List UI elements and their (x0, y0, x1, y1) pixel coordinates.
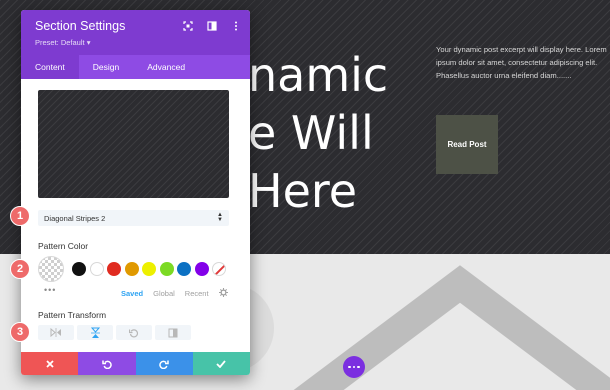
callout-1: 1 (10, 206, 30, 226)
tab-design[interactable]: Design (79, 55, 133, 79)
close-icon[interactable] (21, 352, 79, 375)
gear-icon[interactable] (218, 288, 228, 299)
undo-icon[interactable] (78, 352, 136, 375)
fullscreen-icon[interactable] (182, 20, 194, 32)
more-swatches-icon[interactable]: ••• (44, 286, 56, 295)
swatch-tabs: Saved Global Recent (121, 288, 228, 299)
split-view-icon[interactable] (206, 20, 218, 32)
callout-3: 3 (10, 322, 30, 342)
post-title: namic e Will Here (248, 48, 389, 218)
settings-tabs: Content Design Advanced (21, 55, 250, 79)
more-vertical-icon[interactable] (230, 20, 242, 32)
rotate-icon[interactable] (116, 325, 152, 340)
swatch-tab-recent[interactable]: Recent (185, 289, 209, 298)
check-icon[interactable] (192, 352, 250, 375)
select-arrows-icon: ▲ ▼ (217, 212, 223, 223)
panel-header[interactable]: Section Settings Preset: Default ▾ (21, 10, 250, 55)
pattern-style-value: Diagonal Stripes 2 (44, 213, 106, 223)
swatch-tab-saved[interactable]: Saved (121, 289, 143, 298)
section-settings-panel: Section Settings Preset: Default ▾ Conte… (21, 10, 250, 375)
flip-vertical-icon[interactable] (77, 325, 113, 340)
swatch-white[interactable] (89, 262, 104, 276)
pattern-style-select[interactable]: Diagonal Stripes 2 ▲ ▼ (38, 210, 229, 226)
preset-dropdown[interactable]: Preset: Default ▾ (35, 38, 90, 47)
tab-content[interactable]: Content (21, 55, 79, 79)
flip-horizontal-icon[interactable] (38, 325, 74, 340)
swatch-yellow[interactable] (142, 262, 156, 276)
read-post-button[interactable]: Read Post (436, 115, 498, 174)
callout-2: 2 (10, 259, 30, 279)
pattern-preview (38, 90, 229, 198)
no-color-swatch[interactable] (212, 262, 226, 276)
pattern-color-label: Pattern Color (38, 241, 89, 251)
swatch-red[interactable] (107, 262, 121, 276)
pattern-transform-controls (38, 325, 191, 340)
post-excerpt: Your dynamic post excerpt will display h… (436, 45, 607, 80)
pattern-transform-label: Pattern Transform (38, 310, 107, 320)
swatch-green[interactable] (159, 262, 174, 276)
swatch-orange[interactable] (124, 262, 139, 276)
tab-advanced[interactable]: Advanced (133, 55, 199, 79)
swatch-tab-global[interactable]: Global (153, 289, 175, 298)
panel-title: Section Settings (35, 19, 126, 33)
selected-color-preview[interactable] (38, 256, 64, 282)
invert-icon[interactable] (155, 325, 191, 340)
panel-footer (21, 352, 250, 375)
swatch-purple[interactable] (194, 262, 209, 276)
add-module-button[interactable] (343, 356, 365, 378)
redo-icon[interactable] (135, 352, 193, 375)
color-swatches (38, 256, 230, 282)
swatch-blue[interactable] (177, 262, 191, 276)
swatch-black[interactable] (72, 262, 86, 276)
